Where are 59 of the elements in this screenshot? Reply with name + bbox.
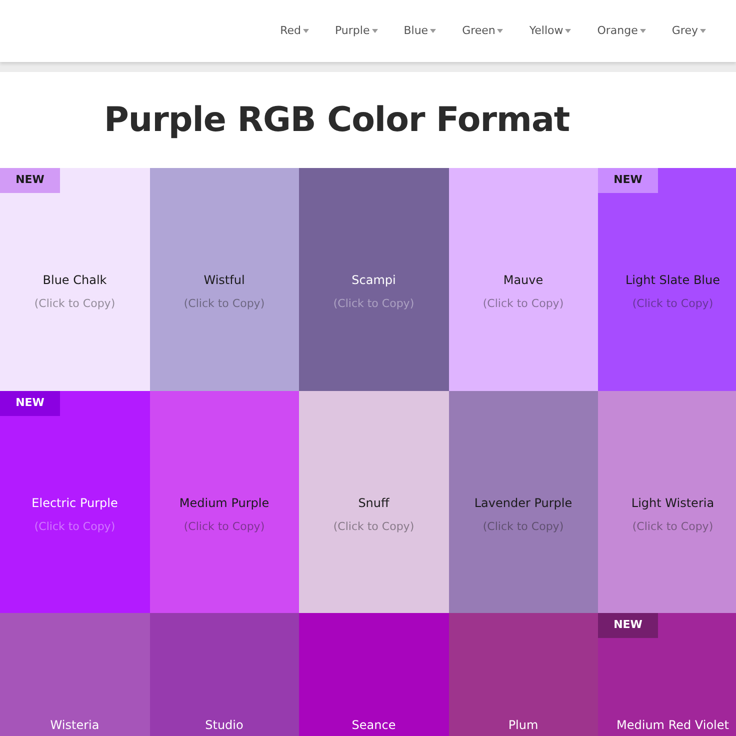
- color-swatch[interactable]: NEW Light Slate Blue (Click to Copy): [598, 168, 736, 390]
- color-swatch[interactable]: Studio: [150, 613, 299, 736]
- nav-menu-item[interactable]: Red: [280, 22, 309, 40]
- color-name: Light Wisteria: [631, 494, 714, 512]
- caret-icon: [497, 29, 504, 33]
- copy-hint: (Click to Copy): [482, 518, 564, 534]
- color-name: Electric Purple: [32, 494, 118, 512]
- nav-menu-item[interactable]: Orange: [597, 22, 646, 40]
- copy-hint: (Click to Copy): [34, 518, 116, 534]
- color-swatch[interactable]: NEW Electric Purple (Click to Copy): [0, 390, 150, 613]
- copy-hint: (Click to Copy): [333, 296, 414, 312]
- color-swatch[interactable]: Mauve (Click to Copy): [448, 168, 598, 390]
- color-swatch[interactable]: Wistful (Click to Copy): [150, 168, 299, 390]
- page-title: Purple RGB Color Format: [104, 98, 570, 142]
- color-name: Light Slate Blue: [625, 272, 720, 289]
- color-name: Lavender Purple: [474, 494, 572, 512]
- caret-icon: [640, 29, 646, 33]
- copy-hint: (Click to Copy): [632, 296, 714, 312]
- copy-hint: (Click to Copy): [34, 296, 116, 312]
- nav-menu-item[interactable]: Yellow: [529, 22, 572, 40]
- copy-hint: (Click to Copy): [333, 518, 414, 534]
- color-name: Snuff: [358, 494, 390, 512]
- color-swatch[interactable]: Scampi (Click to Copy): [299, 168, 448, 390]
- nav-menu-item[interactable]: Green: [462, 22, 504, 40]
- nav-menu-item[interactable]: Grey: [672, 22, 706, 40]
- color-name: Wistful: [204, 272, 245, 289]
- caret-icon: [302, 29, 309, 33]
- color-swatch[interactable]: Wisteria: [0, 613, 150, 736]
- color-swatch[interactable]: Seance: [299, 613, 448, 736]
- nav-menu-item[interactable]: Purple: [334, 22, 378, 40]
- copy-hint: (Click to Copy): [184, 296, 265, 312]
- color-name: Studio: [205, 717, 244, 734]
- color-name: Medium Red Violet: [616, 717, 729, 734]
- color-swatch[interactable]: NEW Medium Red Violet: [598, 613, 736, 736]
- new-badge: NEW: [0, 390, 60, 416]
- new-badge: NEW: [598, 168, 658, 193]
- color-swatch[interactable]: Plum: [448, 613, 598, 736]
- color-swatch[interactable]: Lavender Purple (Click to Copy): [448, 390, 598, 613]
- copy-hint: (Click to Copy): [482, 296, 564, 312]
- color-swatch[interactable]: NEW Blue Chalk (Click to Copy): [0, 168, 150, 390]
- color-name: Blue Chalk: [42, 272, 107, 289]
- color-name: Mauve: [503, 272, 544, 289]
- new-badge: NEW: [598, 613, 658, 638]
- color-name: Seance: [352, 717, 396, 734]
- color-swatch[interactable]: Medium Purple (Click to Copy): [150, 390, 299, 613]
- new-badge: NEW: [0, 168, 60, 193]
- caret-icon: [565, 29, 572, 33]
- color-swatch[interactable]: Snuff (Click to Copy): [299, 390, 448, 613]
- copy-hint: (Click to Copy): [184, 518, 265, 534]
- copy-hint: (Click to Copy): [632, 518, 714, 534]
- color-name: Scampi: [352, 272, 396, 289]
- caret-icon: [372, 29, 378, 33]
- color-name: Medium Purple: [179, 494, 270, 512]
- nav-menu-item[interactable]: Blue: [404, 22, 436, 40]
- caret-icon: [700, 29, 706, 33]
- color-name: Wisteria: [50, 717, 100, 734]
- color-swatch[interactable]: Light Wisteria (Click to Copy): [598, 390, 736, 613]
- caret-icon: [430, 29, 436, 33]
- color-name: Plum: [508, 717, 538, 734]
